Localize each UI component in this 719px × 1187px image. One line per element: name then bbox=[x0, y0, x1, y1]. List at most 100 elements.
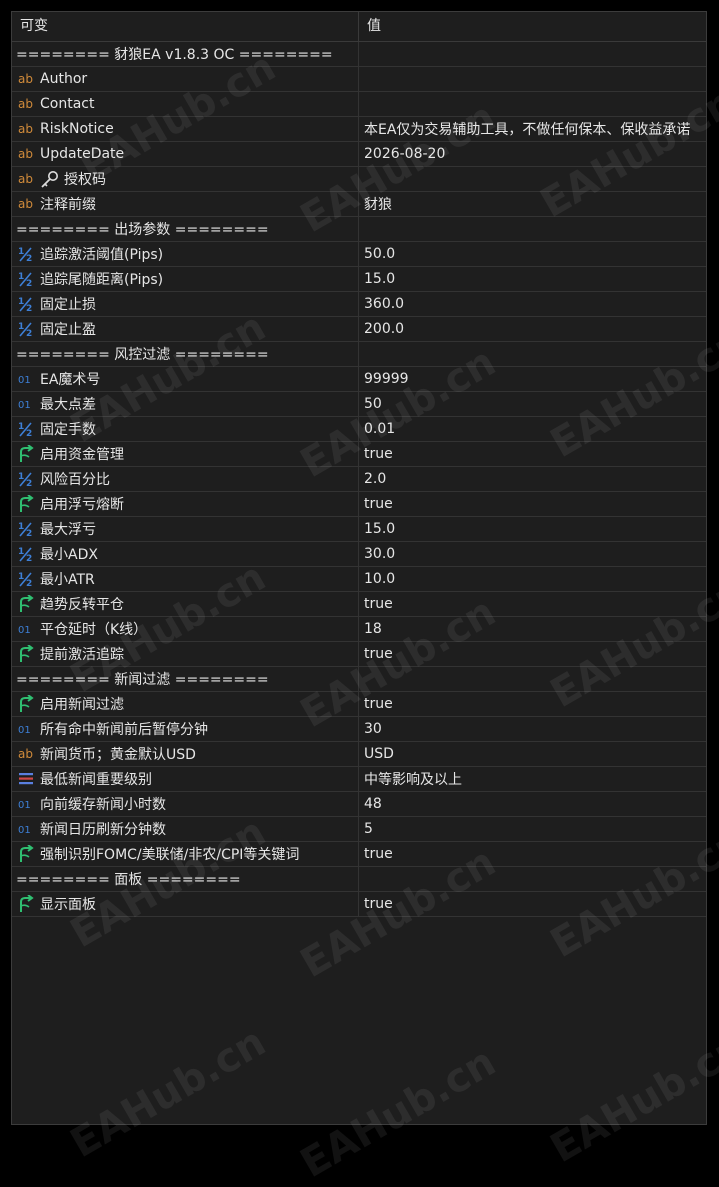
parameter-row[interactable]: 提前激活追踪 true bbox=[12, 642, 706, 667]
parameter-row[interactable]: 最低新闻重要级别 中等影响及以上 bbox=[12, 767, 706, 792]
parameter-value-cell[interactable]: 0.01 bbox=[359, 417, 706, 441]
parameter-row[interactable]: 01 向前缓存新闻小时数 48 bbox=[12, 792, 706, 817]
parameter-value-cell[interactable]: 10.0 bbox=[359, 567, 706, 591]
parameter-row[interactable]: ab UpdateDate 2026-08-20 bbox=[12, 142, 706, 167]
parameter-row[interactable]: 强制识别FOMC/美联储/非农/CPI等关键词 true bbox=[12, 842, 706, 867]
parameter-row[interactable]: ab Contact bbox=[12, 92, 706, 117]
parameter-value[interactable]: 15.0 bbox=[364, 271, 395, 287]
parameter-value-cell[interactable]: 48 bbox=[359, 792, 706, 816]
parameter-value[interactable]: true bbox=[364, 696, 393, 712]
parameter-value-cell[interactable]: true bbox=[359, 492, 706, 516]
parameter-value[interactable]: 99999 bbox=[364, 371, 409, 387]
parameter-value-cell[interactable]: 中等影响及以上 bbox=[359, 767, 706, 791]
parameter-value-cell[interactable]: true bbox=[359, 592, 706, 616]
parameter-value-cell[interactable] bbox=[359, 92, 706, 116]
parameter-value-cell[interactable] bbox=[359, 867, 706, 891]
parameter-value[interactable]: 50.0 bbox=[364, 246, 395, 262]
parameter-value-cell[interactable]: 50.0 bbox=[359, 242, 706, 266]
parameter-row[interactable]: 01 平仓延时（K线） 18 bbox=[12, 617, 706, 642]
parameter-value-cell[interactable]: 50 bbox=[359, 392, 706, 416]
parameter-value[interactable]: true bbox=[364, 846, 393, 862]
parameter-value-cell[interactable]: 30.0 bbox=[359, 542, 706, 566]
parameter-row[interactable]: 01 新闻日历刷新分钟数 5 bbox=[12, 817, 706, 842]
parameter-row[interactable]: ab Author bbox=[12, 67, 706, 92]
section-separator-row[interactable]: ======== 豺狼EA v1.8.3 OC ======== bbox=[12, 42, 706, 67]
parameter-row[interactable]: 1 2 最大浮亏 15.0 bbox=[12, 517, 706, 542]
parameter-row[interactable]: 启用新闻过滤 true bbox=[12, 692, 706, 717]
parameter-value[interactable]: 48 bbox=[364, 796, 382, 812]
parameter-value[interactable]: 360.0 bbox=[364, 296, 404, 312]
parameter-value[interactable]: 豺狼 bbox=[364, 194, 392, 214]
parameter-value[interactable]: true bbox=[364, 646, 393, 662]
parameter-value[interactable]: 5 bbox=[364, 821, 373, 837]
section-separator-row[interactable]: ======== 新闻过滤 ======== bbox=[12, 667, 706, 692]
parameter-value[interactable]: 15.0 bbox=[364, 521, 395, 537]
parameter-row[interactable]: 1 2 最小ADX 30.0 bbox=[12, 542, 706, 567]
parameter-row[interactable]: 1 2 固定止盈 200.0 bbox=[12, 317, 706, 342]
parameter-value-cell[interactable]: 15.0 bbox=[359, 267, 706, 291]
parameter-row[interactable]: ab 注释前缀 豺狼 bbox=[12, 192, 706, 217]
parameter-value-cell[interactable] bbox=[359, 67, 706, 91]
parameter-value-cell[interactable]: true bbox=[359, 642, 706, 666]
parameter-value[interactable]: 50 bbox=[364, 396, 382, 412]
parameter-value[interactable]: 2026-08-20 bbox=[364, 146, 445, 162]
parameter-value-cell[interactable]: true bbox=[359, 692, 706, 716]
parameter-value-cell[interactable]: 2026-08-20 bbox=[359, 142, 706, 166]
parameter-value[interactable]: 2.0 bbox=[364, 471, 386, 487]
parameter-value[interactable]: 10.0 bbox=[364, 571, 395, 587]
header-value[interactable]: 值 bbox=[359, 12, 706, 41]
section-separator-row[interactable]: ======== 风控过滤 ======== bbox=[12, 342, 706, 367]
parameter-row[interactable]: ab 新闻货币；黄金默认USD USD bbox=[12, 742, 706, 767]
parameter-value-cell[interactable] bbox=[359, 342, 706, 366]
parameter-row[interactable]: ab 授权码 bbox=[12, 167, 706, 192]
parameter-value[interactable]: 中等影响及以上 bbox=[364, 769, 462, 789]
parameter-value[interactable]: true bbox=[364, 446, 393, 462]
parameter-value-cell[interactable]: 18 bbox=[359, 617, 706, 641]
parameter-row[interactable]: 01 最大点差 50 bbox=[12, 392, 706, 417]
parameter-row[interactable]: 显示面板 true bbox=[12, 892, 706, 917]
parameter-row[interactable]: 01 所有命中新闻前后暂停分钟 30 bbox=[12, 717, 706, 742]
parameter-row[interactable]: 启用资金管理 true bbox=[12, 442, 706, 467]
parameter-row[interactable]: 1 2 固定止损 360.0 bbox=[12, 292, 706, 317]
parameter-value-cell[interactable]: 本EA仅为交易辅助工具，不做任何保本、保收益承诺 bbox=[359, 117, 706, 141]
parameter-row[interactable]: 1 2 追踪尾随距离(Pips) 15.0 bbox=[12, 267, 706, 292]
parameter-value-cell[interactable]: 360.0 bbox=[359, 292, 706, 316]
parameter-row[interactable]: 1 2 固定手数 0.01 bbox=[12, 417, 706, 442]
parameter-value-cell[interactable] bbox=[359, 167, 706, 191]
parameter-value[interactable]: 18 bbox=[364, 621, 382, 637]
parameter-value-cell[interactable] bbox=[359, 217, 706, 241]
parameter-value-cell[interactable]: 30 bbox=[359, 717, 706, 741]
parameter-value[interactable]: true bbox=[364, 596, 393, 612]
parameter-row[interactable]: 1 2 最小ATR 10.0 bbox=[12, 567, 706, 592]
parameter-value-cell[interactable]: 99999 bbox=[359, 367, 706, 391]
section-separator-row[interactable]: ======== 面板 ======== bbox=[12, 867, 706, 892]
parameter-value[interactable]: 0.01 bbox=[364, 421, 395, 437]
parameter-value-cell[interactable]: 豺狼 bbox=[359, 192, 706, 216]
parameter-value[interactable]: 30.0 bbox=[364, 546, 395, 562]
parameter-value-cell[interactable]: 5 bbox=[359, 817, 706, 841]
header-variable[interactable]: 可变 bbox=[12, 12, 359, 41]
parameter-value[interactable]: true bbox=[364, 896, 393, 912]
parameter-value[interactable]: 200.0 bbox=[364, 321, 404, 337]
parameter-value-cell[interactable]: 2.0 bbox=[359, 467, 706, 491]
parameter-row[interactable]: 1 2 风险百分比 2.0 bbox=[12, 467, 706, 492]
parameter-row[interactable]: ab RiskNotice 本EA仅为交易辅助工具，不做任何保本、保收益承诺 bbox=[12, 117, 706, 142]
parameter-value-cell[interactable]: 200.0 bbox=[359, 317, 706, 341]
section-separator-row[interactable]: ======== 出场参数 ======== bbox=[12, 217, 706, 242]
parameter-value-cell[interactable]: true bbox=[359, 892, 706, 916]
parameter-value-cell[interactable]: USD bbox=[359, 742, 706, 766]
parameter-value-cell[interactable] bbox=[359, 42, 706, 66]
parameter-value[interactable]: 本EA仅为交易辅助工具，不做任何保本、保收益承诺 bbox=[364, 119, 690, 139]
parameter-value[interactable]: USD bbox=[364, 746, 394, 762]
parameter-value[interactable]: true bbox=[364, 496, 393, 512]
parameter-value-cell[interactable]: 15.0 bbox=[359, 517, 706, 541]
parameter-value[interactable]: 30 bbox=[364, 721, 382, 737]
parameter-row[interactable]: 01 EA魔术号 99999 bbox=[12, 367, 706, 392]
parameter-value-cell[interactable] bbox=[359, 667, 706, 691]
parameter-row[interactable]: 启用浮亏熔断 true bbox=[12, 492, 706, 517]
parameter-value-cell[interactable]: true bbox=[359, 442, 706, 466]
parameter-value-cell[interactable]: true bbox=[359, 842, 706, 866]
svg-text:1: 1 bbox=[18, 472, 24, 482]
parameter-row[interactable]: 1 2 追踪激活阈值(Pips) 50.0 bbox=[12, 242, 706, 267]
parameter-row[interactable]: 趋势反转平仓 true bbox=[12, 592, 706, 617]
